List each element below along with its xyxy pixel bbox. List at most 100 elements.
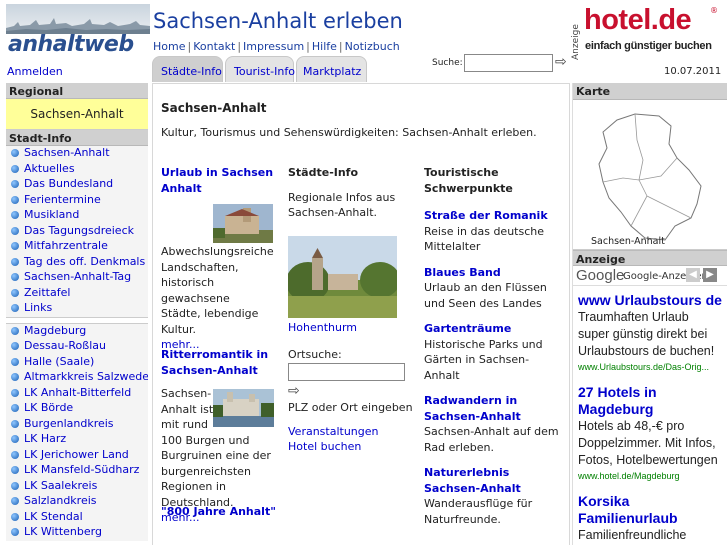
stadtinfo-menu-item[interactable]: Sachsen-Anhalt (6, 146, 148, 162)
stadtinfo-menu-item-link[interactable]: Musikland (24, 208, 79, 221)
search-input[interactable] (464, 54, 553, 72)
districts-menu-item-link[interactable]: Halle (Saale) (24, 355, 94, 368)
tab-staedte-info[interactable]: Städte-Info (152, 56, 223, 82)
google-ad[interactable]: 27 Hotels in Magdeburg Hotels ab 48,-€ pr… (573, 384, 727, 483)
bullet-icon (11, 326, 19, 335)
districts-menu-item[interactable]: Burgenlandkreis (6, 417, 148, 433)
ad-title-link[interactable]: www Urlaubstours de (578, 292, 723, 309)
districts-menu-item[interactable]: Magdeburg (6, 324, 148, 340)
ortsuche-submit-arrow-icon[interactable]: ⇨ (288, 383, 300, 399)
nav-home-link[interactable]: Home (153, 40, 185, 53)
districts-menu-item[interactable]: LK Wittenberg (6, 525, 148, 541)
schwerpunkt-link[interactable]: Radwandern in Sachsen-Anhalt (424, 394, 521, 423)
stadtinfo-menu-item-link[interactable]: Links (24, 301, 52, 314)
tab-staedte-info-label[interactable]: Städte-Info (161, 65, 222, 78)
schwerpunkt-item: Gartenträume Historische Parks und Gärten… (424, 321, 564, 383)
districts-menu-item-link[interactable]: Magdeburg (24, 324, 86, 337)
schwerpunkt-link[interactable]: Naturerlebnis Sachsen-Anhalt (424, 466, 521, 495)
stadtinfo-menu-item[interactable]: Zeittafel (6, 286, 148, 302)
districts-menu-item[interactable]: LK Harz (6, 432, 148, 448)
stadtinfo-menu-item-link[interactable]: Das Tagungsdreieck (24, 224, 134, 237)
districts-menu-item-link[interactable]: LK Saalekreis (24, 479, 97, 492)
districts-menu-item-link[interactable]: Salzlandkreis (24, 494, 97, 507)
stadtinfo-menu-item-link[interactable]: Sachsen-Anhalt (24, 146, 110, 159)
schwerpunkt-link[interactable]: Blaues Band (424, 266, 501, 279)
stadtinfo-menu-item[interactable]: Das Bundesland (6, 177, 148, 193)
districts-menu-item[interactable]: LK Jerichower Land (6, 448, 148, 464)
schwerpunkt-link[interactable]: Gartenträume (424, 322, 511, 335)
stadtinfo-menu-item-link[interactable]: Zeittafel (24, 286, 70, 299)
castle-photo-1[interactable] (213, 204, 273, 243)
districts-menu-item-link[interactable]: LK Börde (24, 401, 73, 414)
intro-text: Kultur, Tourismus und Sehenswürdigkeiten… (161, 126, 537, 139)
nav-kontakt-link[interactable]: Kontakt (193, 40, 235, 53)
stadtinfo-menu-item-link[interactable]: Das Bundesland (24, 177, 113, 190)
stadtinfo-menu-item[interactable]: Sachsen-Anhalt-Tag (6, 270, 148, 286)
districts-menu-item[interactable]: LK Saalekreis (6, 479, 148, 495)
stadtinfo-menu-item[interactable]: Das Tagungsdreieck (6, 224, 148, 240)
ad-title-link[interactable]: 27 Hotels in Magdeburg (578, 384, 723, 418)
anhaltweb-logo[interactable]: anhaltweb (6, 4, 150, 60)
stadtinfo-menu-item-link[interactable]: Tag des off. Denkmals (24, 255, 145, 268)
districts-menu-item-link[interactable]: Dessau-Roßlau (24, 339, 106, 352)
ortsuche-hint: PLZ oder Ort eingeben (288, 401, 413, 414)
ad-url[interactable]: www.hotel.de/Magdeburg (578, 469, 723, 483)
districts-menu-item[interactable]: Halle (Saale) (6, 355, 148, 371)
districts-menu-item[interactable]: LK Anhalt-Bitterfeld (6, 386, 148, 402)
nav-hilfe-link[interactable]: Hilfe (312, 40, 337, 53)
stadtinfo-menu-item[interactable]: Ferientermine (6, 193, 148, 209)
stadtinfo-menu-item[interactable]: Musikland (6, 208, 148, 224)
stadtinfo-menu-item-link[interactable]: Mitfahrzentrale (24, 239, 108, 252)
stadtinfo-menu-item-link[interactable]: Aktuelles (24, 162, 75, 175)
stadtinfo-menu-item[interactable]: Links (6, 301, 148, 317)
tab-marktplatz[interactable]: Marktplatz (296, 56, 367, 82)
tab-tourist-info[interactable]: Tourist-Info (225, 56, 295, 82)
article-ritter-link[interactable]: Ritterromantik in Sachsen-Anhalt (161, 348, 268, 377)
ads-next-button[interactable]: ▶ (703, 268, 717, 282)
districts-menu-item-link[interactable]: LK Mansfeld-Südharz (24, 463, 139, 476)
districts-menu-item-link[interactable]: LK Anhalt-Bitterfeld (24, 386, 131, 399)
districts-menu-item[interactable]: Dessau-Roßlau (6, 339, 148, 355)
hotel-buchen-link[interactable]: Hotel buchen (288, 440, 361, 453)
google-ad[interactable]: Korsika Familienurlaub Familienfreundlich… (573, 493, 727, 544)
region-selector[interactable]: Sachsen-Anhalt (6, 99, 148, 130)
hohenthurm-photo[interactable] (288, 236, 397, 318)
districts-menu-item[interactable]: Altmarkkreis Salzwedel (6, 370, 148, 386)
stadtinfo-menu-item[interactable]: Mitfahrzentrale (6, 239, 148, 255)
districts-menu-item-link[interactable]: LK Jerichower Land (24, 448, 129, 461)
districts-menu-item[interactable]: LK Stendal (6, 510, 148, 526)
article-800-jahre-link[interactable]: "800 Jahre Anhalt" (161, 505, 276, 518)
districts-menu-item[interactable]: LK Börde (6, 401, 148, 417)
veranstaltungen-link[interactable]: Veranstaltungen (288, 425, 379, 438)
stadtinfo-menu-item-link[interactable]: Sachsen-Anhalt-Tag (24, 270, 131, 283)
search-submit-arrow-icon[interactable]: ⇨ (555, 54, 567, 70)
ad-title-link[interactable]: Korsika Familienurlaub (578, 493, 723, 527)
districts-menu-item[interactable]: LK Mansfeld-Südharz (6, 463, 148, 479)
districts-menu-item-link[interactable]: LK Wittenberg (24, 525, 102, 538)
ad-text: Familienfreundliche (578, 528, 687, 542)
tab-marktplatz-label[interactable]: Marktplatz (303, 65, 361, 78)
nav-notizbuch-link[interactable]: Notizbuch (345, 40, 400, 53)
left-sidebar: Regional Sachsen-Anhalt Stadt-Info Sachs… (6, 83, 148, 545)
login-link[interactable]: Anmelden (7, 65, 63, 78)
hohenthurm-link[interactable]: Hohenthurm (288, 321, 357, 334)
tab-tourist-info-label[interactable]: Tourist-Info (234, 65, 295, 78)
ortsuche-input[interactable] (288, 363, 405, 381)
article-urlaub-link[interactable]: Urlaub in Sachsen Anhalt (161, 166, 273, 195)
stadtinfo-menu-item-link[interactable]: Ferientermine (24, 193, 101, 206)
districts-menu-item-link[interactable]: LK Stendal (24, 510, 83, 523)
districts-menu-item[interactable]: Salzlandkreis (6, 494, 148, 510)
stadtinfo-menu-item[interactable]: Aktuelles (6, 162, 148, 178)
region-map[interactable]: Sachsen-Anhalt (573, 100, 727, 250)
districts-menu-item-link[interactable]: Altmarkkreis Salzwedel (24, 370, 148, 383)
ad-url[interactable]: www.Urlaubstours.de/Das-Orig... (578, 360, 723, 374)
schwerpunkt-link[interactable]: Straße der Romanik (424, 209, 548, 222)
nav-impressum-link[interactable]: Impressum (243, 40, 304, 53)
districts-menu-item-link[interactable]: Burgenlandkreis (24, 417, 114, 430)
ads-prev-button[interactable]: ◀ (686, 268, 700, 282)
google-ad[interactable]: www Urlaubstours de Traumhaften Urlaub su… (573, 292, 727, 374)
districts-menu-item-link[interactable]: LK Harz (24, 432, 66, 445)
stadtinfo-menu-item[interactable]: Tag des off. Denkmals (6, 255, 148, 271)
schwerpunkt-text: Reise in das deutsche Mittelalter (424, 224, 544, 254)
hotel-de-ad[interactable]: Anzeige hotel.de ® einfach günstiger buc… (571, 4, 721, 62)
